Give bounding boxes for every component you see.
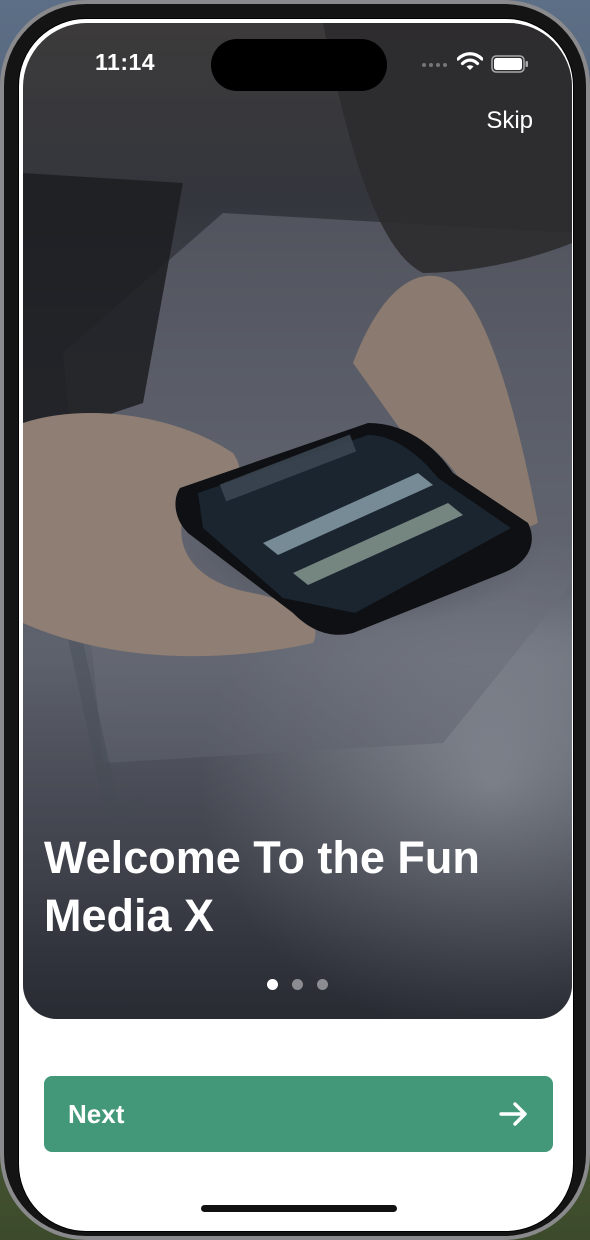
page-dot-2[interactable] [292, 979, 303, 990]
dynamic-island [211, 39, 387, 91]
page-indicator [267, 979, 328, 990]
title-line-2: Media X [44, 890, 215, 941]
wifi-icon [457, 52, 483, 70]
skip-button[interactable]: Skip [486, 107, 533, 135]
next-button[interactable]: Next [44, 1076, 553, 1152]
next-button-label: Next [68, 1098, 125, 1129]
status-bar: 11:14 [19, 19, 573, 99]
page-dot-3[interactable] [317, 979, 328, 990]
battery-icon [491, 55, 528, 73]
cellular-signal-icon [422, 63, 447, 67]
arrow-right-icon [499, 1102, 527, 1126]
screen: 11:14 Skip Welcome To the Fun Media X Ne… [18, 18, 574, 1232]
phone-frame: 11:14 Skip Welcome To the Fun Media X Ne… [0, 0, 590, 1240]
page-dot-1[interactable] [267, 979, 278, 990]
home-indicator[interactable] [201, 1205, 397, 1212]
title-line-1: Welcome To the Fun [44, 832, 480, 883]
status-time: 11:14 [95, 49, 156, 75]
onboarding-title: Welcome To the Fun Media X [44, 829, 544, 945]
